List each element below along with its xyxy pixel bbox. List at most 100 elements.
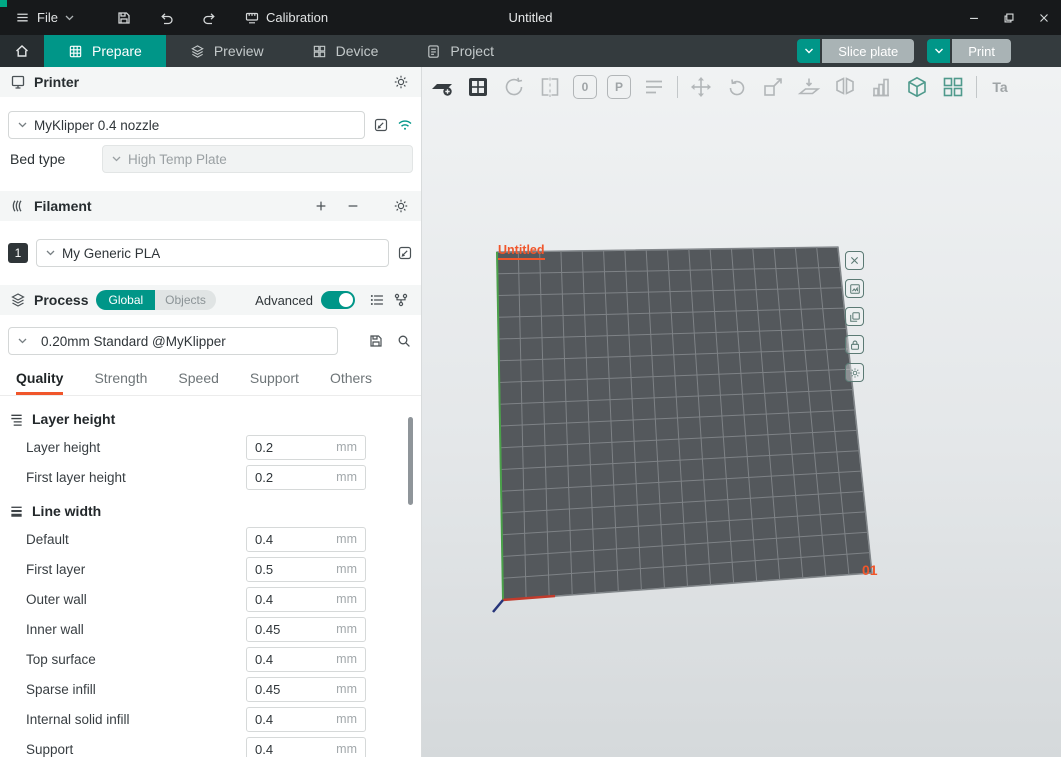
delete-plate-icon[interactable]: [845, 251, 864, 270]
settings-list: Layer heightLayer height0.2mmFirst layer…: [0, 396, 421, 757]
param-label: First layer: [26, 562, 238, 577]
undo-button[interactable]: [152, 0, 180, 35]
param-label: First layer height: [26, 470, 238, 485]
home-button[interactable]: [0, 35, 44, 67]
calibration-button[interactable]: Calibration: [238, 0, 334, 35]
split-objects-icon[interactable]: [832, 74, 858, 100]
viewport-3d[interactable]: 0 P Ta Untitled 01: [422, 67, 1061, 757]
duplicate-plate-icon[interactable]: [845, 307, 864, 326]
plate-settings-icon[interactable]: [845, 363, 864, 382]
z-axis: [493, 600, 503, 612]
assembly-view-icon[interactable]: [940, 74, 966, 100]
chevron-down-icon: [112, 156, 121, 162]
minimize-button[interactable]: [956, 0, 991, 35]
param-input[interactable]: 0.4mm: [246, 587, 366, 612]
param-input[interactable]: 0.2mm: [246, 465, 366, 490]
hamburger-icon: [14, 10, 30, 26]
variable-layer-height-icon[interactable]: [868, 74, 894, 100]
move-icon[interactable]: [688, 74, 714, 100]
tab-device[interactable]: Device: [288, 35, 403, 67]
advanced-toggle[interactable]: [321, 291, 355, 309]
tab-prepare-label: Prepare: [92, 43, 142, 59]
param-value: 0.45: [255, 622, 336, 637]
redo-button[interactable]: [196, 0, 224, 35]
edit-filament-icon[interactable]: [397, 245, 413, 261]
process-preset-select[interactable]: 0.20mm Standard @MyKlipper: [8, 327, 338, 355]
section-title: Line width: [32, 503, 101, 519]
process-tab-others[interactable]: Others: [330, 370, 372, 395]
scope-global-toggle[interactable]: Global: [96, 290, 155, 310]
scale-icon[interactable]: [760, 74, 786, 100]
add-plate-icon[interactable]: [429, 74, 455, 100]
arrange-icon[interactable]: [465, 74, 491, 100]
process-tab-strength[interactable]: Strength: [94, 370, 147, 395]
search-settings-icon[interactable]: [396, 333, 412, 349]
bed-type-select[interactable]: High Temp Plate: [102, 145, 413, 173]
param-input[interactable]: 0.5mm: [246, 557, 366, 582]
param-unit: mm: [336, 652, 357, 666]
filament-gear-icon[interactable]: [393, 198, 409, 214]
remove-filament-icon[interactable]: [345, 198, 361, 214]
layers-icon[interactable]: [641, 74, 667, 100]
process-tab-support[interactable]: Support: [250, 370, 299, 395]
scope-objects-toggle[interactable]: Objects: [155, 290, 216, 310]
file-menu-button[interactable]: File: [0, 0, 84, 35]
printer-preset-select[interactable]: MyKlipper 0.4 nozzle: [8, 111, 365, 139]
param-value: 0.4: [255, 742, 336, 757]
mesh-boolean-icon[interactable]: [904, 74, 930, 100]
print-button[interactable]: Print: [952, 39, 1011, 63]
device-icon: [312, 44, 327, 59]
chevron-down-icon: [18, 122, 27, 128]
build-plate[interactable]: [422, 67, 1061, 757]
param-input[interactable]: 0.4mm: [246, 707, 366, 732]
section-header[interactable]: Line width: [0, 492, 421, 524]
param-input[interactable]: 0.45mm: [246, 617, 366, 642]
printer-gear-icon[interactable]: [393, 74, 409, 90]
parameter-list-icon[interactable]: [369, 292, 385, 308]
lay-flat-icon[interactable]: [796, 74, 822, 100]
param-input[interactable]: 0.45mm: [246, 677, 366, 702]
restore-button[interactable]: [991, 0, 1026, 35]
close-button[interactable]: [1026, 0, 1061, 35]
param-unit: mm: [336, 440, 357, 454]
filament-slot-badge[interactable]: 1: [8, 243, 28, 263]
filament-preset-select[interactable]: My Generic PLA: [36, 239, 389, 267]
arrange-plate-icon[interactable]: [845, 279, 864, 298]
wifi-icon[interactable]: [397, 117, 413, 133]
save-preset-icon[interactable]: [368, 333, 384, 349]
filament-preset-value: My Generic PLA: [62, 246, 160, 261]
auto-orient-icon[interactable]: [501, 74, 527, 100]
split-icon[interactable]: [537, 74, 563, 100]
save-button[interactable]: [110, 0, 138, 35]
process-tab-quality[interactable]: Quality: [16, 370, 63, 395]
undo-icon: [158, 10, 174, 26]
zero-badge-icon[interactable]: 0: [573, 75, 597, 99]
text-tool-icon[interactable]: Ta: [987, 74, 1013, 100]
rotate-icon[interactable]: [724, 74, 750, 100]
preset-compare-icon[interactable]: [393, 292, 409, 308]
param-input[interactable]: 0.4mm: [246, 527, 366, 552]
sidebar-scrollbar[interactable]: [408, 417, 413, 505]
process-section-header: Process Global Objects Advanced: [0, 285, 421, 315]
section-icon: [8, 503, 24, 519]
process-tab-speed[interactable]: Speed: [178, 370, 218, 395]
slice-plate-button[interactable]: Slice plate: [822, 39, 914, 63]
titlebar: File Calibration Untitled: [0, 0, 1061, 35]
param-input[interactable]: 0.4mm: [246, 647, 366, 672]
lock-plate-icon[interactable]: [845, 335, 864, 354]
plate-name-label[interactable]: Untitled: [498, 243, 545, 260]
p-badge-icon[interactable]: P: [607, 75, 631, 99]
toolbar-separator: [976, 76, 977, 98]
print-options-chevron[interactable]: [927, 39, 950, 63]
tab-project[interactable]: Project: [402, 35, 518, 67]
param-input[interactable]: 0.4mm: [246, 737, 366, 757]
chevron-down-icon: [18, 338, 27, 344]
add-filament-icon[interactable]: [313, 198, 329, 214]
edit-printer-icon[interactable]: [373, 117, 389, 133]
section-header[interactable]: Layer height: [0, 400, 421, 432]
param-input[interactable]: 0.2mm: [246, 435, 366, 460]
tab-preview[interactable]: Preview: [166, 35, 288, 67]
param-label: Top surface: [26, 652, 238, 667]
tab-prepare[interactable]: Prepare: [44, 35, 166, 67]
slice-options-chevron[interactable]: [797, 39, 820, 63]
